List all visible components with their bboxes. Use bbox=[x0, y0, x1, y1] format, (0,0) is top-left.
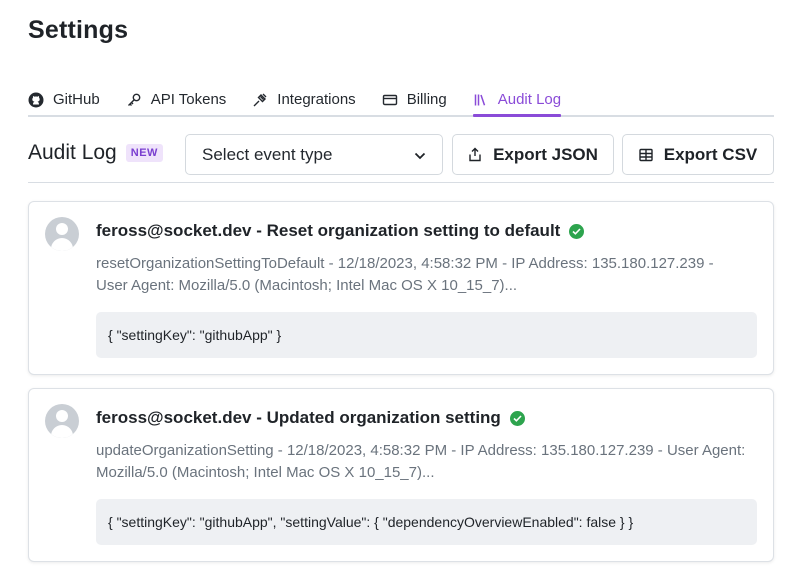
entry-meta: resetOrganizationSettingToDefault - 12/1… bbox=[96, 255, 714, 294]
audit-log-toolbar: Audit Log NEW Select event type Export J… bbox=[28, 134, 774, 175]
entry-title-text: feross@socket.dev - Updated organization… bbox=[96, 408, 501, 427]
settings-tabs: GitHub API Tokens Integrations Billing A… bbox=[28, 84, 774, 117]
table-icon bbox=[639, 147, 655, 163]
tab-api-tokens[interactable]: API Tokens bbox=[126, 84, 227, 115]
entry-title: feross@socket.dev - Updated organization… bbox=[96, 408, 525, 428]
export-csv-button[interactable]: Export CSV bbox=[622, 134, 774, 175]
chevron-down-icon bbox=[414, 145, 426, 165]
tab-audit-log[interactable]: Audit Log bbox=[472, 84, 562, 117]
check-circle-icon bbox=[509, 410, 525, 426]
entry-title: feross@socket.dev - Reset organization s… bbox=[96, 221, 585, 241]
tab-label: Audit Log bbox=[497, 91, 562, 108]
entry-payload: { "settingKey": "githubApp" } bbox=[96, 312, 757, 358]
tab-billing[interactable]: Billing bbox=[382, 84, 447, 115]
tab-label: Billing bbox=[406, 91, 447, 108]
avatar bbox=[45, 217, 79, 251]
key-icon bbox=[126, 92, 142, 108]
audit-entry-card: feross@socket.dev - Updated organization… bbox=[28, 388, 774, 562]
section-title-text: Audit Log bbox=[28, 141, 117, 164]
library-icon bbox=[473, 92, 489, 108]
tab-integrations[interactable]: Integrations bbox=[252, 84, 356, 115]
entry-meta: updateOrganizationSetting - 12/18/2023, … bbox=[96, 442, 746, 481]
github-icon bbox=[28, 92, 44, 108]
tab-label: Integrations bbox=[277, 91, 356, 108]
check-circle-icon bbox=[569, 223, 585, 239]
event-type-select[interactable]: Select event type bbox=[185, 134, 443, 175]
plug-icon bbox=[252, 92, 268, 108]
export-json-button[interactable]: Export JSON bbox=[452, 134, 614, 175]
export-json-label: Export JSON bbox=[493, 144, 598, 164]
audit-entry-card: feross@socket.dev - Reset organization s… bbox=[28, 201, 774, 375]
page-title: Settings bbox=[28, 16, 129, 44]
share-icon bbox=[468, 147, 484, 163]
tab-github[interactable]: GitHub bbox=[28, 84, 100, 115]
avatar bbox=[45, 404, 79, 438]
toolbar-divider bbox=[28, 182, 774, 183]
export-csv-label: Export CSV bbox=[663, 144, 758, 164]
tab-label: API Tokens bbox=[150, 91, 227, 108]
credit-card-icon bbox=[382, 92, 398, 108]
new-badge: NEW bbox=[125, 144, 163, 162]
tab-label: GitHub bbox=[53, 91, 100, 108]
entry-title-text: feross@socket.dev - Reset organization s… bbox=[96, 221, 561, 240]
entry-payload: { "settingKey": "githubApp", "settingVal… bbox=[96, 499, 757, 545]
section-title: Audit Log NEW bbox=[28, 141, 163, 165]
event-type-select-value: Select event type bbox=[202, 144, 333, 164]
